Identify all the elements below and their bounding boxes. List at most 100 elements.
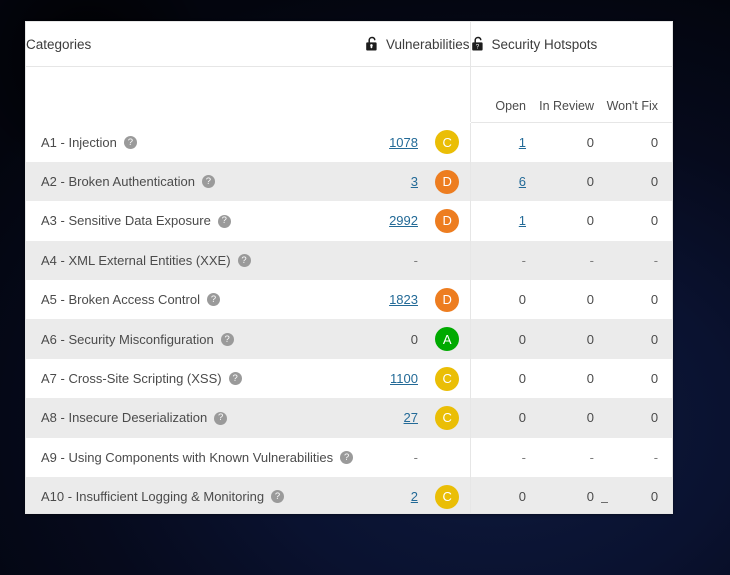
- help-icon[interactable]: ?: [237, 253, 251, 267]
- table-row: A2 - Broken Authentication? 3 D 6 0 0: [26, 161, 672, 202]
- hotspots-in-review-value: 0: [586, 489, 595, 505]
- security-rating-cell: D: [428, 201, 471, 241]
- hotspots-in-review-value: 0: [586, 410, 595, 426]
- hotspots-open-value: 0: [518, 331, 527, 347]
- security-rating-cell: C: [428, 398, 471, 438]
- vulnerability-count-cell: 27: [336, 398, 428, 437]
- security-rating-badge: C: [435, 130, 460, 155]
- hotspots-wont-fix-cell: 0: [606, 280, 672, 319]
- table-row: A10 - Insufficient Logging & Monitoring?…: [26, 477, 672, 513]
- column-header-security-hotspots-label: Security Hotspots: [491, 36, 598, 52]
- hotspots-wont-fix-value: 0: [650, 410, 659, 426]
- hotspots-in-review-value: 0: [586, 292, 595, 308]
- hotspots-open-cell: 0: [470, 359, 538, 398]
- hotspots-in-review-value: -: [589, 449, 595, 465]
- help-icon[interactable]: ?: [123, 136, 137, 150]
- help-icon[interactable]: ?: [214, 411, 228, 425]
- category-label: A3 - Sensitive Data Exposure: [41, 213, 211, 229]
- hotspots-open-link[interactable]: 1: [519, 135, 526, 150]
- category-cell: A9 - Using Components with Known Vulnera…: [26, 438, 354, 477]
- vulnerability-count-link[interactable]: 27: [404, 410, 418, 425]
- hotspots-wont-fix-value: 0: [650, 134, 659, 150]
- hotspots-open-value: 0: [518, 292, 527, 308]
- help-icon[interactable]: ?: [228, 372, 242, 386]
- hotspots-wont-fix-cell: -: [606, 241, 672, 280]
- vulnerability-count-cell: -: [336, 241, 428, 280]
- hotspots-in-review-cell: -: [538, 438, 606, 477]
- table-row: A6 - Security Misconfiguration? 0 A 0 0 0: [26, 319, 672, 359]
- table-row: A9 - Using Components with Known Vulnera…: [26, 437, 672, 478]
- category-cell: A10 - Insufficient Logging & Monitoring?: [26, 477, 336, 513]
- hotspots-in-review-cell: 0: [538, 319, 606, 358]
- column-header-in-review: In Review: [538, 66, 607, 123]
- hotspots-in-review-cell: 0: [538, 359, 606, 398]
- subheader-blank-categories: [26, 66, 336, 123]
- hotspots-in-review-cell: 0: [538, 398, 606, 437]
- security-rating-cell: [428, 437, 471, 478]
- vulnerability-count-link[interactable]: 2: [411, 489, 418, 504]
- vulnerability-count-link[interactable]: 3: [411, 174, 418, 189]
- hotspots-wont-fix-value: -: [653, 449, 659, 465]
- hotspots-open-link[interactable]: 6: [519, 174, 526, 189]
- security-rating-badge: C: [435, 484, 460, 509]
- hotspots-open-cell: -: [470, 438, 538, 477]
- subheader-blank-vuln-count: [336, 66, 428, 123]
- vulnerability-count-cell: 1100: [336, 359, 428, 398]
- hotspots-in-review-cell: 0: [538, 477, 606, 513]
- vulnerability-count-link[interactable]: 2992: [389, 213, 418, 228]
- vulnerability-count-cell: 1078: [336, 123, 428, 162]
- hotspots-wont-fix-value: -: [653, 252, 659, 268]
- hotspots-in-review-value: 0: [586, 174, 595, 190]
- page-background: Categories Vulnerabilities ? Security Ho…: [0, 0, 730, 575]
- hotspots-wont-fix-value: 0: [650, 213, 659, 229]
- category-cell: A1 - Injection?: [26, 123, 336, 162]
- hotspots-in-review-cell: -: [538, 241, 606, 280]
- column-header-categories-label: Categories: [26, 36, 92, 52]
- vulnerability-count-link[interactable]: 1823: [389, 292, 418, 307]
- security-rating-cell: C: [428, 122, 471, 162]
- hotspots-open-cell: 6: [470, 162, 538, 201]
- help-icon[interactable]: ?: [220, 332, 234, 346]
- vulnerability-count-link[interactable]: 1078: [389, 135, 418, 150]
- column-header-open: Open: [470, 66, 539, 123]
- security-rating-cell: D: [428, 280, 471, 320]
- vulnerability-count-cell: 3: [336, 162, 428, 201]
- security-rating-cell: C: [428, 358, 471, 399]
- table-row: A3 - Sensitive Data Exposure? 2992 D 1 0 0: [26, 201, 672, 241]
- stray-dash-artifact: [601, 502, 608, 503]
- table-row: A4 - XML External Entities (XXE)? - - - -: [26, 240, 672, 281]
- hotspots-in-review-cell: 0: [538, 201, 606, 240]
- help-icon[interactable]: ?: [206, 293, 220, 307]
- vulnerability-count-link[interactable]: 1100: [390, 371, 418, 386]
- vulnerability-count-cell: 2992: [336, 201, 428, 240]
- help-icon[interactable]: ?: [217, 214, 231, 228]
- security-rating-cell: D: [428, 161, 471, 202]
- table-subheader-row: Open In Review Won't Fix: [26, 66, 672, 123]
- help-icon[interactable]: ?: [271, 490, 285, 504]
- hotspots-in-review-cell: 0: [538, 123, 606, 162]
- column-header-security-hotspots: ? Security Hotspots: [470, 22, 672, 67]
- vulnerability-count-cell: 2: [336, 477, 428, 513]
- hotspots-open-link[interactable]: 1: [519, 213, 526, 228]
- security-rating-badge: D: [435, 287, 460, 312]
- hotspots-wont-fix-cell: 0: [606, 477, 672, 513]
- category-cell: A8 - Insecure Deserialization?: [26, 398, 336, 437]
- owasp-security-report-card: Categories Vulnerabilities ? Security Ho…: [25, 21, 673, 514]
- hotspots-wont-fix-value: 0: [650, 292, 659, 308]
- column-header-categories: Categories: [26, 22, 336, 67]
- hotspots-open-value: 0: [518, 410, 527, 426]
- security-rating-badge: D: [435, 208, 460, 233]
- vulnerability-count-cell: 1823: [336, 280, 428, 319]
- category-label: A6 - Security Misconfiguration: [41, 331, 214, 347]
- hotspots-open-cell: 0: [470, 319, 538, 358]
- category-cell: A7 - Cross-Site Scripting (XSS)?: [26, 359, 336, 398]
- security-rating-badge: C: [435, 405, 460, 430]
- category-label: A4 - XML External Entities (XXE): [41, 252, 231, 268]
- security-rating-badge: A: [435, 327, 460, 352]
- security-rating-cell: C: [428, 477, 471, 513]
- help-icon[interactable]: ?: [201, 175, 215, 189]
- category-label: A5 - Broken Access Control: [41, 292, 200, 308]
- column-header-vulnerabilities-label: Vulnerabilities: [385, 36, 470, 52]
- hotspots-open-value: -: [521, 252, 527, 268]
- hotspots-open-value: 0: [518, 489, 527, 505]
